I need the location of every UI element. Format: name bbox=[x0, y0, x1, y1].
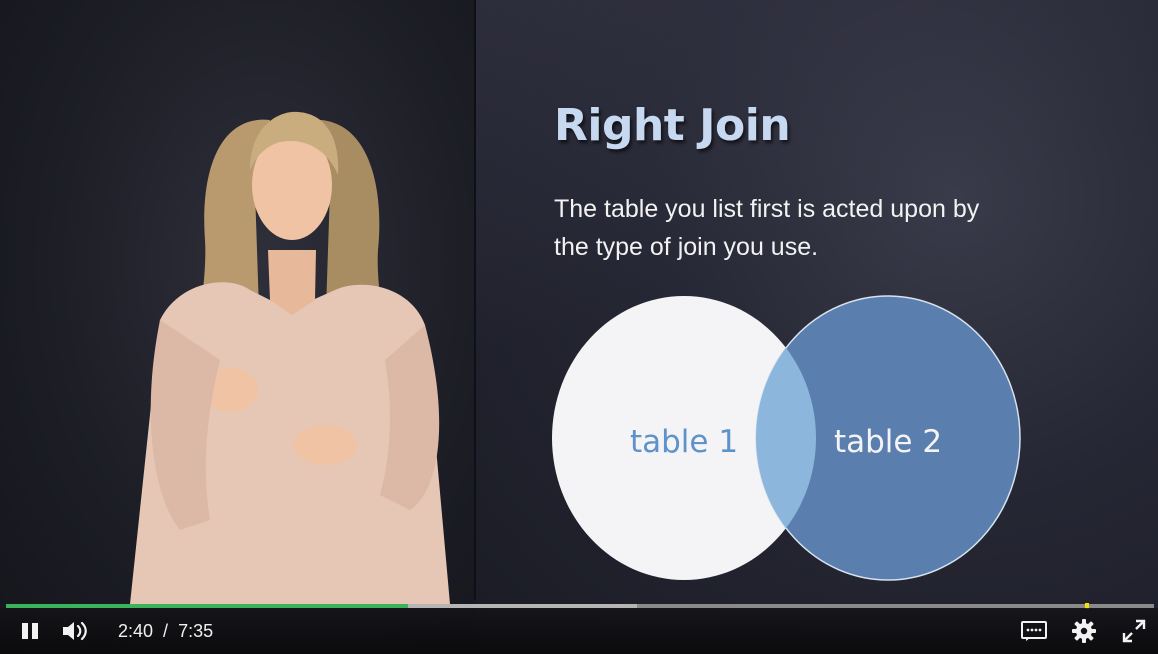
fullscreen-icon bbox=[1122, 619, 1146, 643]
time-separator: / bbox=[163, 620, 169, 641]
presenter-video-area bbox=[0, 0, 476, 654]
current-time: 2:40 bbox=[118, 620, 154, 641]
captions-icon bbox=[1021, 621, 1047, 641]
captions-button[interactable] bbox=[1016, 608, 1052, 654]
slide-body-text: The table you list first is acted upon b… bbox=[554, 195, 980, 261]
control-bar: 2:40 / 7:35 bbox=[0, 608, 1158, 654]
volume-icon bbox=[63, 621, 87, 641]
presenter-figure bbox=[130, 111, 450, 604]
settings-button[interactable] bbox=[1066, 608, 1102, 654]
video-player[interactable]: Right Join The table you list first is a… bbox=[0, 0, 1158, 654]
play-pause-button[interactable] bbox=[14, 608, 46, 654]
volume-button[interactable] bbox=[58, 608, 92, 654]
time-display: 2:40 / 7:35 bbox=[118, 608, 213, 654]
venn-right-label: table 2 bbox=[834, 424, 942, 460]
slide-area: Right Join The table you list first is a… bbox=[476, 0, 1158, 654]
venn-left-label: table 1 bbox=[630, 424, 738, 460]
slide-title: Right Join bbox=[554, 100, 791, 151]
duration: 7:35 bbox=[178, 620, 214, 641]
venn-diagram: table 1 table 2 bbox=[552, 295, 1021, 581]
pause-icon bbox=[22, 623, 38, 639]
fullscreen-button[interactable] bbox=[1116, 608, 1152, 654]
gear-icon bbox=[1072, 619, 1096, 643]
